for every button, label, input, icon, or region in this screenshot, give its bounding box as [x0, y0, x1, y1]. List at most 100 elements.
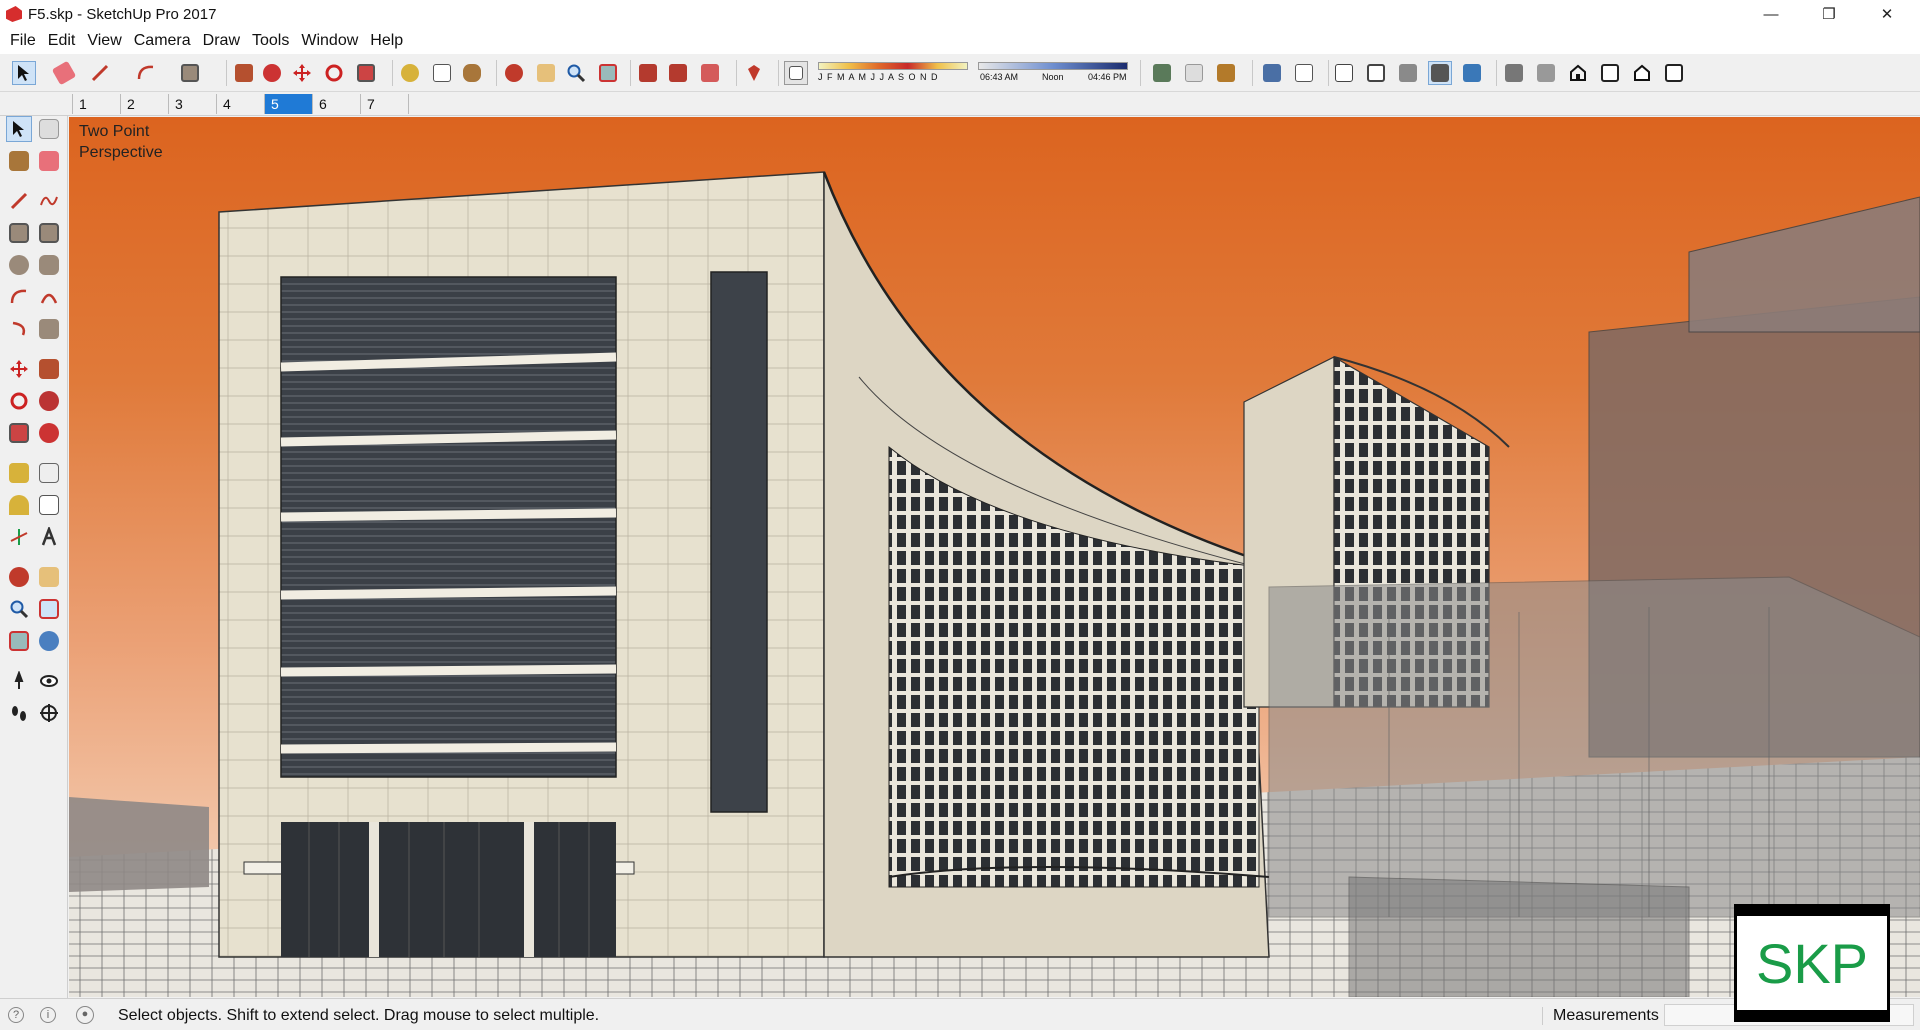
lt-polygon-icon[interactable]	[36, 252, 62, 278]
scene-tab-4[interactable]: 4	[216, 94, 264, 114]
shadow-time-mid: Noon	[1042, 72, 1064, 82]
lt-protractor-icon[interactable]	[6, 492, 32, 518]
lt-circle-icon[interactable]	[6, 252, 32, 278]
line-tool-icon[interactable]	[88, 61, 112, 85]
lt-select-icon[interactable]	[6, 116, 32, 142]
shadows-toggle-icon[interactable]	[784, 61, 808, 85]
menu-window[interactable]: Window	[295, 28, 364, 54]
lt-zoom-icon[interactable]	[6, 596, 32, 622]
front-view-icon[interactable]	[1566, 61, 1590, 85]
lt-line-icon[interactable]	[6, 188, 32, 214]
skp-watermark-text: SKP	[1755, 931, 1869, 995]
push-pull-tool-icon[interactable]	[232, 61, 256, 85]
scene-tab-6[interactable]: 6	[312, 94, 360, 114]
ruby-icon[interactable]	[742, 61, 766, 85]
lt-follow-me-icon[interactable]	[36, 388, 62, 414]
left-view-icon[interactable]	[1662, 61, 1686, 85]
lt-pie-icon[interactable]	[36, 316, 62, 342]
back-view-icon[interactable]	[1630, 61, 1654, 85]
section-plane-icon[interactable]	[1150, 61, 1174, 85]
minimize-button[interactable]: —	[1742, 0, 1800, 28]
warehouse-icon[interactable]	[636, 61, 660, 85]
scene-tab-5[interactable]: 5	[264, 94, 312, 114]
menu-draw[interactable]: Draw	[197, 28, 246, 54]
lt-rotated-rectangle-icon[interactable]	[36, 220, 62, 246]
iso-view-icon[interactable]	[1502, 61, 1526, 85]
menu-help[interactable]: Help	[364, 28, 409, 54]
model-viewport[interactable]: Two Point Perspective	[69, 117, 1920, 997]
lt-zoom-window-icon[interactable]	[36, 596, 62, 622]
menu-edit[interactable]: Edit	[42, 28, 82, 54]
section-cut-icon[interactable]	[1214, 61, 1238, 85]
select-tool-icon[interactable]	[12, 61, 36, 85]
lt-scale-icon[interactable]	[6, 420, 32, 446]
lt-pan-icon[interactable]	[36, 564, 62, 590]
scene-tab-3[interactable]: 3	[168, 94, 216, 114]
close-button[interactable]: ✕	[1858, 0, 1916, 28]
scene-tab-2[interactable]: 2	[120, 94, 168, 114]
lt-paint-bucket-icon[interactable]	[6, 148, 32, 174]
rotate-tool-icon[interactable]	[322, 61, 346, 85]
lt-2point-arc-icon[interactable]	[36, 284, 62, 310]
follow-me-tool-icon[interactable]	[260, 61, 284, 85]
top-view-icon[interactable]	[1534, 61, 1558, 85]
hidden-line-style-icon[interactable]	[1364, 61, 1388, 85]
zoom-extents-tool-icon[interactable]	[596, 61, 620, 85]
lt-tape-measure-icon[interactable]	[6, 460, 32, 486]
lt-3point-arc-icon[interactable]	[6, 316, 32, 342]
user-account-icon[interactable]: ●	[76, 1006, 94, 1024]
paint-bucket-tool-icon[interactable]	[460, 61, 484, 85]
extension-warehouse-icon[interactable]	[698, 61, 722, 85]
lt-position-camera-icon[interactable]	[6, 668, 32, 694]
zoom-tool-icon[interactable]	[564, 61, 588, 85]
menu-file[interactable]: File	[4, 28, 42, 54]
credits-icon[interactable]: i	[40, 1007, 56, 1023]
menu-tools[interactable]: Tools	[246, 28, 295, 54]
shaded-style-icon[interactable]	[1396, 61, 1420, 85]
lt-arc-icon[interactable]	[6, 284, 32, 310]
geo-location-icon[interactable]: ?	[8, 1007, 24, 1023]
shadow-month-slider[interactable]: J F M A M J J A S O N D	[818, 60, 968, 86]
lt-dimension-icon[interactable]	[36, 460, 62, 486]
scene-tab-1[interactable]: 1	[72, 94, 120, 114]
scene-tab-7[interactable]: 7	[360, 94, 408, 114]
lt-eraser-icon[interactable]	[36, 148, 62, 174]
back-edges-style-icon[interactable]	[1292, 61, 1316, 85]
shadow-time-slider[interactable]: 06:43 AM Noon 04:46 PM	[978, 60, 1128, 86]
monochrome-style-icon[interactable]	[1460, 61, 1484, 85]
arc-tool-icon[interactable]	[134, 61, 158, 85]
scale-tool-icon[interactable]	[354, 61, 378, 85]
lt-freehand-icon[interactable]	[36, 188, 62, 214]
lt-3d-text-icon[interactable]	[36, 524, 62, 550]
eraser-tool-icon[interactable]	[51, 60, 77, 86]
tape-measure-tool-icon[interactable]	[398, 61, 422, 85]
shaded-with-textures-style-icon[interactable]	[1428, 61, 1452, 85]
right-view-icon[interactable]	[1598, 61, 1622, 85]
menu-view[interactable]: View	[81, 28, 127, 54]
lt-push-pull-icon[interactable]	[36, 356, 62, 382]
lt-rotate-icon[interactable]	[6, 388, 32, 414]
rectangle-tool-icon[interactable]	[178, 61, 202, 85]
lt-orbit-icon[interactable]	[6, 564, 32, 590]
pan-tool-icon[interactable]	[534, 61, 558, 85]
lt-walk-icon[interactable]	[6, 700, 32, 726]
menu-camera[interactable]: Camera	[128, 28, 197, 54]
lt-zoom-extents-icon[interactable]	[6, 628, 32, 654]
display-section-icon[interactable]	[1182, 61, 1206, 85]
move-tool-icon[interactable]	[290, 61, 314, 85]
lt-offset-icon[interactable]	[36, 420, 62, 446]
text-tool-icon[interactable]	[430, 61, 454, 85]
lt-axes-icon[interactable]	[6, 524, 32, 550]
restore-button[interactable]: ❐	[1800, 0, 1858, 28]
lt-previous-view-icon[interactable]	[36, 628, 62, 654]
wireframe-style-icon[interactable]	[1332, 61, 1356, 85]
lt-look-around-icon[interactable]	[36, 668, 62, 694]
lt-make-component-icon[interactable]	[36, 116, 62, 142]
lt-text-icon[interactable]	[36, 492, 62, 518]
share-model-icon[interactable]	[666, 61, 690, 85]
xray-style-icon[interactable]	[1260, 61, 1284, 85]
lt-move-icon[interactable]	[6, 356, 32, 382]
orbit-tool-icon[interactable]	[502, 61, 526, 85]
lt-rectangle-icon[interactable]	[6, 220, 32, 246]
lt-section-plane-icon[interactable]	[36, 700, 62, 726]
